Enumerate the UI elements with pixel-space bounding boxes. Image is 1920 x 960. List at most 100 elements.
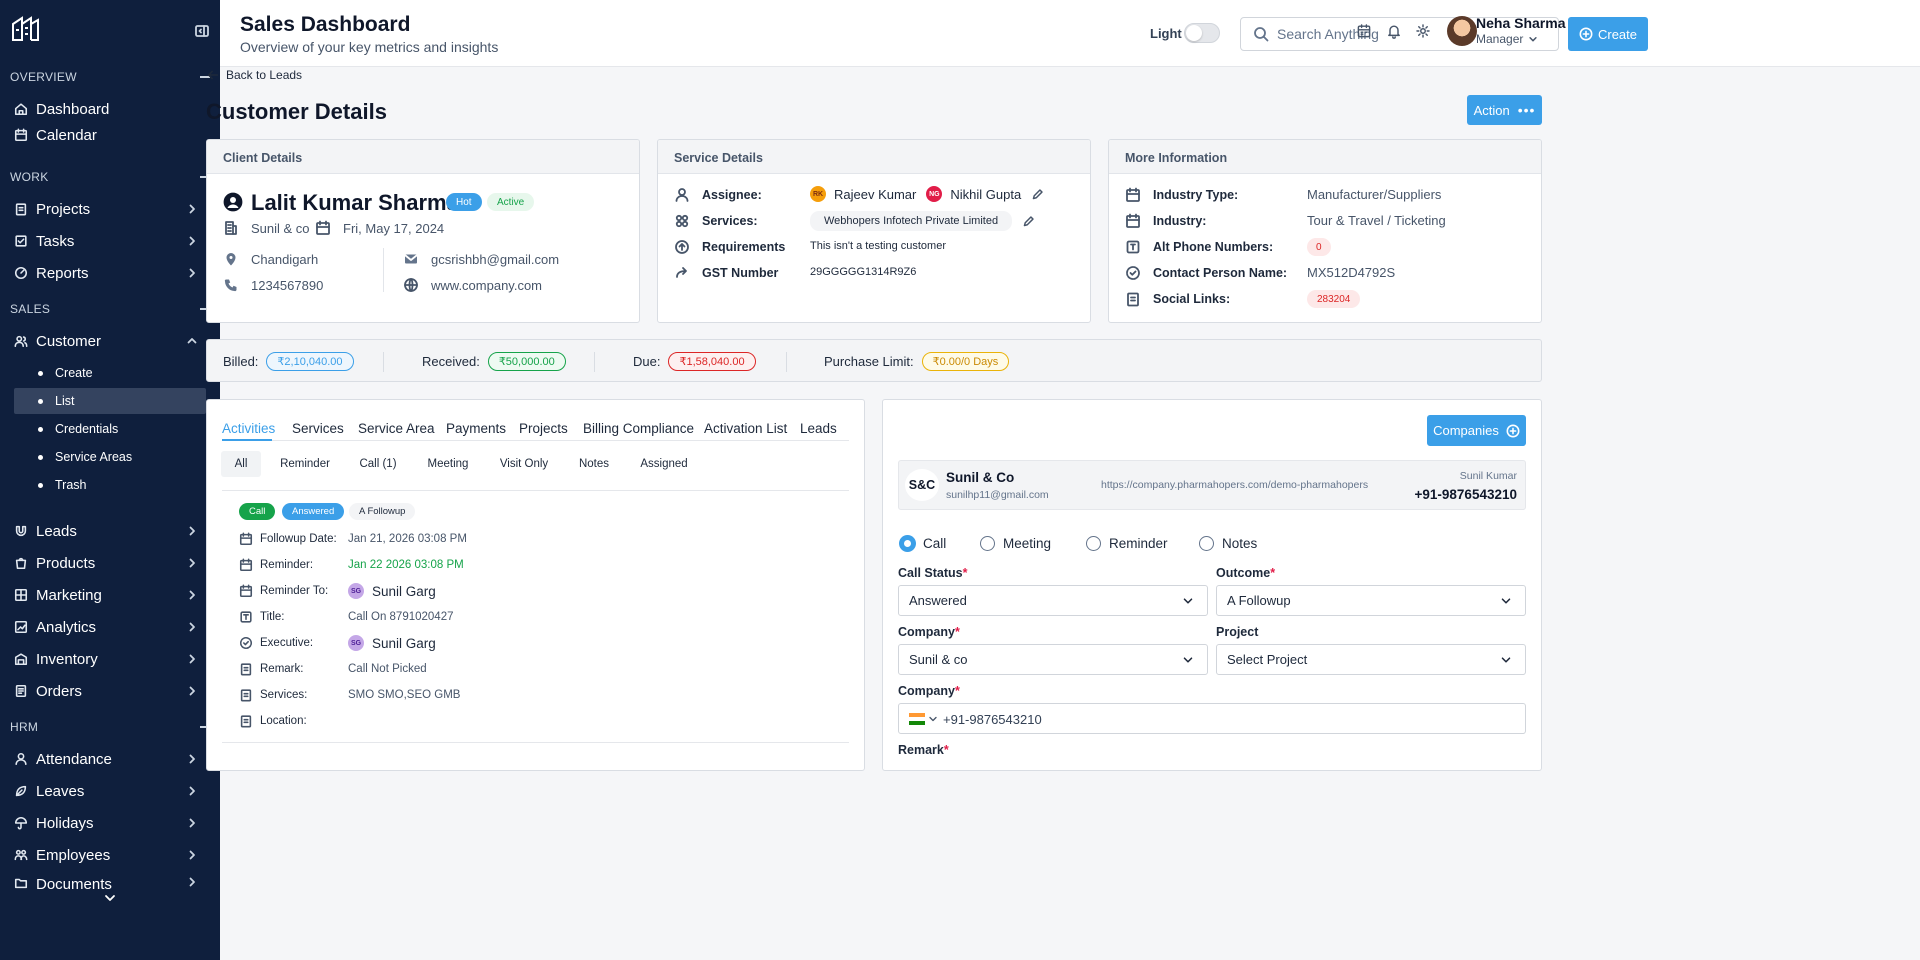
calendar-icon [239,584,253,598]
calendar-icon [315,220,331,236]
user-role[interactable]: Manager [1476,32,1538,46]
radio-reminder[interactable]: Reminder [1086,536,1168,551]
company-url[interactable]: https://company.pharmahopers.com/demo-ph… [1101,479,1368,491]
section-overview[interactable]: OVERVIEW [10,70,210,84]
bullet-icon [38,370,43,376]
assignee-avatar: RK [810,186,826,202]
companies-button[interactable]: Companies [1427,415,1526,446]
radio-circle[interactable] [980,536,995,551]
avatar[interactable] [1447,16,1477,46]
tab-billing-compliance[interactable]: Billing Compliance [583,421,694,436]
sidebar-item-leads[interactable]: Leads [14,520,206,542]
sidebar-item-label: Calendar [36,126,97,144]
section-hrm[interactable]: HRM [10,720,210,734]
sidebar-sub-service-areas[interactable]: Service Areas [14,444,206,470]
tab-projects[interactable]: Projects [519,421,568,436]
tab-activation-list[interactable]: Activation List [704,421,787,436]
sidebar-item-dashboard[interactable]: Dashboard [14,98,206,120]
sidebar-item-holidays[interactable]: Holidays [14,812,206,834]
sidebar-item-inventory[interactable]: Inventory [14,648,206,670]
gear-icon[interactable] [1415,23,1431,39]
filter-reminder[interactable]: Reminder [276,451,334,477]
header-title: Sales Dashboard [240,13,411,36]
filter-meeting[interactable]: Meeting [421,451,475,477]
scroll-down-chevron-icon[interactable] [102,890,118,906]
section-sales[interactable]: SALES [10,302,210,316]
radio-circle[interactable] [1199,536,1214,551]
company-select[interactable]: Sunil & co [898,644,1208,675]
sidebar-item-label: Inventory [36,650,98,668]
tab-payments[interactable]: Payments [446,421,506,436]
sidebar-item-calendar[interactable]: Calendar [14,124,206,146]
theme-toggle[interactable] [1184,23,1220,43]
bell-icon[interactable] [1386,23,1402,39]
radio-circle[interactable] [1086,536,1101,551]
billing-summary: Billed: ₹2,10,040.00 Received: ₹50,000.00 … [206,339,1542,382]
row-label: Social Links: [1153,292,1231,306]
sidebar-sub-list[interactable]: List [14,388,206,414]
client-email[interactable]: gcsrishbh@gmail.com [403,251,559,267]
sidebar-item-analytics[interactable]: Analytics [14,616,206,638]
sidebar-item-marketing[interactable]: Marketing [14,584,206,606]
sidebar-sub-trash[interactable]: Trash [14,472,206,498]
action-label: Action [1473,102,1510,118]
create-label: Create [1597,26,1638,42]
client-website[interactable]: www.company.com [403,277,542,293]
company-card[interactable]: S&C Sunil & Co sunilhp11@gmail.com https… [898,460,1526,510]
sidebar-item-orders[interactable]: Orders [14,680,206,702]
sidebar-item-attendance[interactable]: Attendance [14,748,206,770]
radio-call[interactable]: Call [900,536,946,551]
sidebar-sub-create[interactable]: Create [14,360,206,386]
section-work[interactable]: WORK [10,170,210,184]
user-name[interactable]: Neha Sharma [1476,15,1565,31]
call-status-select[interactable]: Answered [898,585,1208,616]
sidebar-item-employees[interactable]: Employees [14,844,206,866]
sidebar-item-label: Reports [36,264,89,282]
sidebar-item-projects[interactable]: Projects [14,198,206,220]
sidebar-toggle-icon[interactable] [194,23,210,39]
sidebar-item-customer[interactable]: Customer [14,330,206,352]
sidebar-item-products[interactable]: Products [14,552,206,574]
chevron-right-icon [186,876,198,888]
calendar-icon[interactable] [1356,23,1372,39]
filter-visit-only[interactable]: Visit Only [493,451,555,477]
row-value: Tour & Travel / Ticketing [1307,213,1446,228]
active-tab-underline [222,439,272,441]
filter-call[interactable]: Call (1) [352,451,404,477]
project-select[interactable]: Select Project [1216,644,1526,675]
edit-pencil-icon[interactable] [1031,188,1044,201]
radio-notes[interactable]: Notes [1199,536,1257,551]
filter-notes[interactable]: Notes [573,451,615,477]
filter-assigned[interactable]: Assigned [634,451,694,477]
radio-meeting[interactable]: Meeting [980,536,1051,551]
sidebar-item-reports[interactable]: Reports [14,262,206,284]
plus-circle-icon [1506,424,1520,438]
action-button[interactable]: Action ••• [1467,95,1542,125]
call-tag: Call [239,503,276,520]
required-mark: * [943,743,949,757]
back-to-leads-link[interactable]: Back to Leads [206,68,302,82]
tab-services[interactable]: Services [292,421,344,436]
radio-circle[interactable] [900,536,915,551]
chevron-down-icon[interactable] [927,713,939,725]
sub-item-label: Service Areas [55,450,133,464]
edit-pencil-icon[interactable] [1022,215,1035,228]
tab-leads[interactable]: Leads [800,421,837,436]
home-icon [14,102,28,116]
tab-activities[interactable]: Activities [222,421,275,436]
india-flag-icon[interactable] [909,713,925,725]
sidebar-item-leaves[interactable]: Leaves [14,780,206,802]
sidebar-item-label: Holidays [36,814,94,832]
tab-service-area[interactable]: Service Area [358,421,435,436]
phone-input[interactable]: +91-9876543210 [898,703,1526,734]
filter-all[interactable]: All [221,451,261,477]
magnet-icon [14,524,28,538]
row-value-chip: 283204 [1307,290,1361,308]
sidebar-item-tasks[interactable]: Tasks [14,230,206,252]
outcome-select[interactable]: A Followup [1216,585,1526,616]
sidebar-sub-credentials[interactable]: Credentials [14,416,206,442]
company-email: sunilhp11@gmail.com [946,489,1049,501]
company-contact: Sunil Kumar [1459,470,1517,482]
create-button[interactable]: Create [1568,17,1648,51]
website-value: www.company.com [431,277,543,293]
